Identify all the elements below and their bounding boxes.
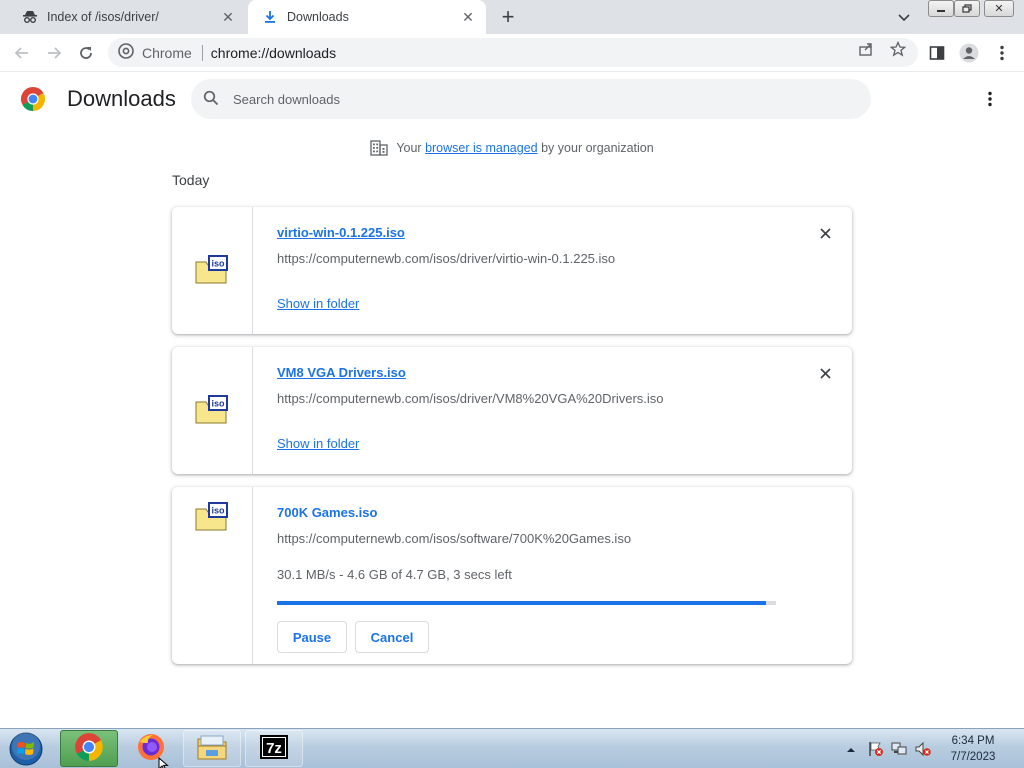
address-bar[interactable]: Chrome chrome://downloads	[108, 38, 918, 67]
browser-managed-link[interactable]: browser is managed	[425, 141, 538, 155]
download-item: iso virtio-win-0.1.225.iso https://compu…	[172, 207, 852, 334]
file-icon-column: iso	[172, 207, 253, 334]
downloads-menu-icon[interactable]	[978, 86, 1002, 112]
managed-notice: Your browser is managed by your organiza…	[0, 140, 1024, 156]
search-icon	[203, 90, 219, 109]
show-in-folder-link[interactable]: Show in folder	[277, 436, 359, 451]
network-icon[interactable]	[890, 740, 908, 761]
section-heading-today: Today	[172, 172, 210, 188]
chrome-icon	[74, 732, 104, 765]
incognito-icon	[22, 9, 38, 25]
7zip-icon: 7z	[259, 734, 289, 763]
system-clock[interactable]: 6:34 PM 7/7/2023	[936, 733, 1010, 765]
download-icon	[262, 9, 278, 25]
clock-date: 7/7/2023	[950, 751, 996, 763]
svg-text:iso: iso	[211, 259, 225, 269]
volume-muted-icon[interactable]	[914, 740, 932, 761]
action-center-flag-icon[interactable]	[867, 740, 885, 761]
remove-from-list-icon[interactable]	[815, 223, 835, 243]
iso-file-icon: iso	[194, 501, 230, 533]
back-button[interactable]	[8, 39, 36, 67]
file-source-url: https://computernewb.com/isos/software/7…	[277, 531, 632, 546]
svg-text:iso: iso	[211, 399, 225, 409]
tab-title: Index of /isos/driver/	[47, 10, 159, 24]
restore-window-button[interactable]	[954, 0, 980, 17]
url-text: chrome://downloads	[210, 44, 337, 61]
pause-button[interactable]: Pause	[277, 621, 347, 653]
download-status-text: 30.1 MB/s - 4.6 GB of 4.7 GB, 3 secs lef…	[277, 567, 512, 582]
chrome-logo-icon	[118, 43, 134, 62]
forward-button[interactable]	[40, 39, 68, 67]
download-item-in-progress: iso 700K Games.iso https://computernewb.…	[172, 487, 852, 664]
show-hidden-icons-chevron-icon[interactable]	[846, 742, 856, 757]
file-source-url: https://computernewb.com/isos/driver/vir…	[277, 251, 616, 266]
tab-strip: Index of /isos/driver/ ✕ Downloads ✕ + ✕	[0, 0, 1024, 34]
start-button[interactable]	[4, 731, 48, 767]
remove-from-list-icon[interactable]	[815, 363, 835, 383]
profile-avatar-icon[interactable]	[958, 42, 980, 64]
browser-toolbar: Chrome chrome://downloads	[0, 34, 1024, 72]
file-name: 700K Games.iso	[277, 505, 378, 520]
browser-menu-icon[interactable]	[991, 42, 1013, 64]
download-progress-bar	[277, 601, 776, 605]
show-in-folder-link[interactable]: Show in folder	[277, 296, 359, 311]
building-icon	[370, 140, 388, 156]
cancel-button[interactable]: Cancel	[355, 621, 429, 653]
reload-button[interactable]	[72, 39, 100, 67]
taskbar-chrome-button[interactable]	[60, 730, 118, 767]
close-tab-icon[interactable]: ✕	[458, 7, 478, 27]
tab-downloads[interactable]: Downloads ✕	[248, 0, 486, 34]
taskbar-firefox-button[interactable]	[122, 730, 180, 767]
tab-title: Downloads	[287, 10, 349, 24]
chrome-logo-icon	[20, 86, 46, 112]
taskbar-explorer-button[interactable]	[183, 730, 241, 767]
mouse-cursor-icon	[158, 756, 170, 768]
download-progress-fill	[277, 601, 767, 605]
download-item: iso VM8 VGA Drivers.iso https://computer…	[172, 347, 852, 474]
file-name-link[interactable]: VM8 VGA Drivers.iso	[277, 365, 406, 380]
file-source-url: https://computernewb.com/isos/driver/VM8…	[277, 391, 664, 406]
search-downloads-box[interactable]	[191, 79, 871, 119]
svg-text:iso: iso	[211, 506, 225, 516]
search-input[interactable]	[233, 91, 833, 107]
taskbar-7zip-button[interactable]: 7z	[245, 730, 303, 767]
close-window-button[interactable]: ✕	[984, 0, 1014, 17]
share-icon[interactable]	[857, 40, 875, 58]
svg-text:7z: 7z	[266, 740, 282, 757]
file-icon-column: iso	[172, 487, 253, 664]
file-explorer-icon	[196, 733, 228, 764]
page-title: Downloads	[67, 86, 176, 111]
tab-index-isos-driver[interactable]: Index of /isos/driver/ ✕	[8, 0, 246, 34]
windows-taskbar: 7z 6:34 PM 7/7/2023	[0, 728, 1024, 768]
file-icon-column: iso	[172, 347, 253, 474]
iso-file-icon: iso	[194, 394, 230, 426]
clock-time: 6:34 PM	[951, 735, 995, 747]
close-tab-icon[interactable]: ✕	[218, 7, 238, 27]
file-name-link[interactable]: virtio-win-0.1.225.iso	[277, 225, 405, 240]
managed-prefix: Your	[396, 141, 422, 155]
address-separator	[201, 44, 203, 61]
new-tab-button[interactable]: +	[496, 5, 520, 29]
managed-suffix: by your organization	[541, 141, 654, 155]
bookmark-star-icon[interactable]	[889, 40, 907, 58]
side-panel-icon[interactable]	[926, 42, 948, 64]
tab-search-chevron-icon[interactable]	[893, 7, 915, 29]
downloads-header: Downloads	[0, 72, 1024, 128]
iso-file-icon: iso	[194, 254, 230, 286]
site-name: Chrome	[142, 44, 192, 61]
minimize-window-button[interactable]	[928, 0, 954, 17]
